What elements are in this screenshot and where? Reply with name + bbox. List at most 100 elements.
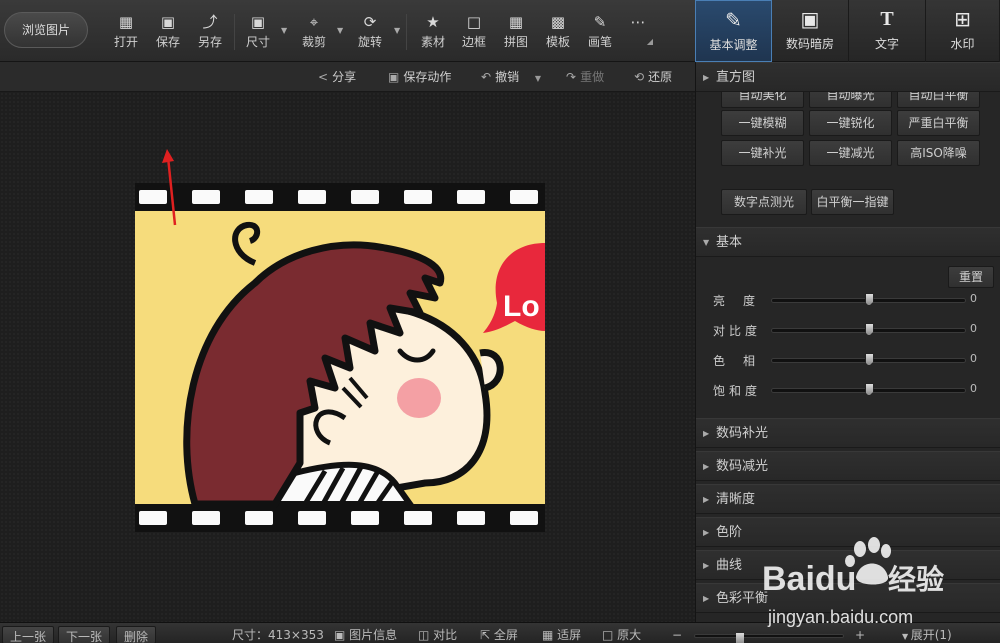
share-icon: < [318, 70, 329, 84]
zoom-slider-knob[interactable] [736, 633, 744, 643]
share-button[interactable]: < 分享 [318, 62, 356, 92]
section-basic[interactable]: ▼ 基本 [696, 227, 1000, 257]
section-clarity[interactable]: ▶ 清晰度 [696, 484, 1000, 514]
undo-icon: ↶ [481, 70, 492, 84]
strong-white-balance-button[interactable]: 严重白平衡 [897, 110, 980, 136]
compare-button[interactable]: ◫ 对比 [418, 623, 457, 643]
speech-bubble-text: Lo [503, 290, 540, 323]
rotate-icon: ⟳ [363, 13, 377, 31]
save-button[interactable]: ▣ 保存 [148, 10, 188, 56]
fullscreen-button[interactable]: ⇱ 全屏 [480, 623, 518, 643]
saturation-slider[interactable]: 饱和度 0 [696, 375, 1000, 405]
tab-text[interactable]: T 文字 [849, 0, 926, 62]
collapse-arrow-icon: ▶ [703, 462, 710, 471]
brush-icon: ✎ [593, 13, 607, 31]
collapse-arrow-icon: ▶ [703, 429, 710, 438]
open-button[interactable]: ▦ 打开 [106, 10, 146, 56]
watermark-brand: Baidu [762, 560, 856, 598]
redo-icon: ↷ [566, 70, 577, 84]
redo-button[interactable]: ↷ 重做 [566, 62, 604, 92]
restore-button[interactable]: ⟲ 还原 [634, 62, 672, 92]
one-click-blur-button[interactable]: 一键模糊 [721, 110, 804, 136]
resize-icon: ▣ [250, 13, 266, 31]
slider-knob[interactable] [864, 323, 874, 336]
collage-button[interactable]: ▦ 拼图 [496, 10, 536, 56]
original-size-icon: □ [602, 628, 618, 642]
white-balance-picker-button[interactable]: 白平衡一指键 [811, 189, 894, 215]
one-click-sharpen-button[interactable]: 一键锐化 [809, 110, 892, 136]
image-canvas[interactable]: Lo [0, 92, 695, 622]
info-icon: ▣ [334, 628, 350, 642]
slider-knob[interactable] [864, 293, 874, 306]
save-action-button[interactable]: ▣ 保存动作 [388, 62, 451, 92]
crop-button[interactable]: ⌖ 裁剪 [294, 10, 334, 56]
undo-button[interactable]: ↶ 撤销 ▼ [481, 62, 541, 92]
image-info-button[interactable]: ▣ 图片信息 [334, 623, 397, 643]
watermark-icon: ⊞ [954, 7, 971, 31]
one-click-fill-light-button[interactable]: 一键补光 [721, 140, 804, 166]
undo-dropdown-icon[interactable]: ▼ [535, 74, 541, 83]
material-button[interactable]: ★ 素材 [413, 10, 453, 56]
hue-slider[interactable]: 色相 0 [696, 345, 1000, 375]
one-click-reduce-light-button[interactable]: 一键减光 [809, 140, 892, 166]
save-action-icon: ▣ [388, 70, 400, 84]
main-toolbar: 浏览图片 ▦ 打开 ▣ 保存 ⤴ 另存 ▣ 尺寸 ▼ ⌖ 裁剪 ▼ ⟳ 旋转 ▼… [0, 0, 695, 62]
text-icon: T [880, 8, 894, 30]
rotate-dropdown-icon[interactable]: ▼ [394, 26, 400, 35]
collapse-arrow-icon: ▶ [703, 73, 710, 82]
more-tools-button[interactable]: ⋯ ◢ [618, 10, 658, 56]
template-button[interactable]: ▩ 模板 [538, 10, 578, 56]
crop-dropdown-icon[interactable]: ▼ [337, 26, 343, 35]
darkroom-icon: ▣ [800, 7, 820, 31]
photo: Lo [135, 183, 545, 532]
frame-icon: □ [466, 13, 482, 31]
section-digital-reduce-light[interactable]: ▶ 数码减光 [696, 451, 1000, 481]
slider-knob[interactable] [864, 353, 874, 366]
fit-screen-button[interactable]: ▦ 适屏 [542, 623, 581, 643]
browse-images-button[interactable]: 浏览图片 [4, 12, 88, 48]
tab-basic-adjust[interactable]: ✎ 基本调整 [695, 0, 772, 62]
brightness-slider[interactable]: 亮度 0 [696, 285, 1000, 315]
resize-dropdown-icon[interactable]: ▼ [281, 26, 287, 35]
section-histogram-header[interactable]: ▶ 直方图 [696, 62, 1000, 92]
watermark-url: jingyan.baidu.com [767, 607, 913, 627]
rotate-button[interactable]: ⟳ 旋转 [350, 10, 390, 56]
delete-button[interactable]: 删除 [116, 626, 157, 643]
template-icon: ▩ [550, 13, 566, 31]
zoom-out-button[interactable]: − [672, 623, 682, 643]
next-image-button[interactable]: 下一张 [58, 626, 111, 643]
original-size-button[interactable]: □ 原大 [602, 623, 641, 643]
expand-arrow-icon: ▼ [902, 632, 911, 641]
more-expand-icon: ◢ [646, 37, 654, 46]
watermark-brand-cn: 经验 [888, 563, 944, 596]
resize-button[interactable]: ▣ 尺寸 [238, 10, 278, 56]
save-as-button[interactable]: ⤴ 另存 [190, 10, 230, 56]
image-size-readout: 尺寸：413×353 [232, 628, 324, 642]
fit-screen-icon: ▦ [542, 628, 558, 642]
section-digital-fill-light[interactable]: ▶ 数码补光 [696, 418, 1000, 448]
zoom-slider-track[interactable] [694, 634, 844, 638]
collage-icon: ▦ [508, 13, 524, 31]
previous-image-button[interactable]: 上一张 [2, 626, 55, 643]
compare-icon: ◫ [418, 628, 434, 642]
expand-arrow-icon: ▼ [703, 238, 710, 247]
baidu-jingyan-watermark: Baidu 经验 jingyan.baidu.com [762, 537, 944, 627]
annotation-arrow [162, 149, 177, 226]
spot-metering-button[interactable]: 数字点测光 [721, 189, 807, 215]
brush-button[interactable]: ✎ 画笔 [580, 10, 620, 56]
toolbar-divider [406, 14, 407, 50]
tab-watermark[interactable]: ⊞ 水印 [926, 0, 1000, 62]
slider-knob[interactable] [864, 383, 874, 396]
more-icon: ⋯ [630, 13, 646, 31]
tab-digital-darkroom[interactable]: ▣ 数码暗房 [772, 0, 849, 62]
restore-icon: ⟲ [634, 70, 645, 84]
high-iso-denoise-button[interactable]: 高ISO降噪 [897, 140, 980, 166]
collapse-arrow-icon: ▶ [703, 495, 710, 504]
action-bar: < 分享 ▣ 保存动作 ↶ 撤销 ▼ ↷ 重做 ⟲ 还原 [0, 62, 695, 92]
open-image-icon: ▦ [118, 13, 134, 31]
toolbar-divider [234, 14, 235, 50]
fullscreen-icon: ⇱ [480, 628, 494, 642]
frame-button[interactable]: □ 边框 [454, 10, 494, 56]
collapse-arrow-icon: ▶ [703, 594, 710, 603]
contrast-slider[interactable]: 对比度 0 [696, 315, 1000, 345]
